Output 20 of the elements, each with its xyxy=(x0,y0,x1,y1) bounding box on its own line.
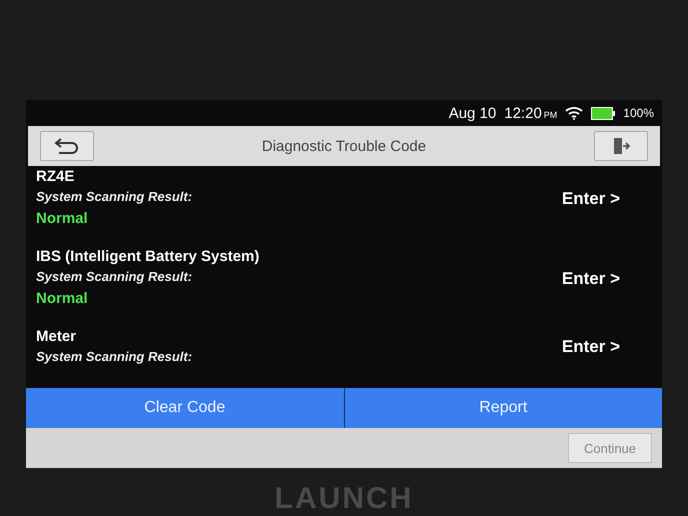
scan-result-label: System Scanning Result: xyxy=(36,268,194,286)
battery-icon xyxy=(591,106,616,120)
scan-result-label: System Scanning Result: xyxy=(36,188,194,206)
screen-title: Diagnostic Trouble Code xyxy=(262,138,426,154)
system-name: Meter xyxy=(36,328,78,346)
battery-percent: 100% xyxy=(623,106,654,120)
status-time: 12:20 PM xyxy=(504,104,558,122)
system-name: RZ4E xyxy=(36,168,76,186)
scan-result: Normal xyxy=(36,209,89,229)
system-name: IBS (Intelligent Battery System) xyxy=(36,248,260,266)
exit-button[interactable] xyxy=(594,131,648,161)
back-arrow-icon xyxy=(53,137,81,155)
scan-result-label: System Scanning Result: xyxy=(36,348,194,366)
wifi-icon xyxy=(565,106,584,120)
enter-link[interactable]: Enter > xyxy=(562,337,620,357)
scan-result: Normal xyxy=(36,289,89,309)
enter-link[interactable]: Enter > xyxy=(562,269,620,289)
enter-link[interactable]: Enter > xyxy=(562,189,620,209)
status-date: Aug 10 xyxy=(448,104,496,122)
back-button[interactable] xyxy=(40,131,94,161)
